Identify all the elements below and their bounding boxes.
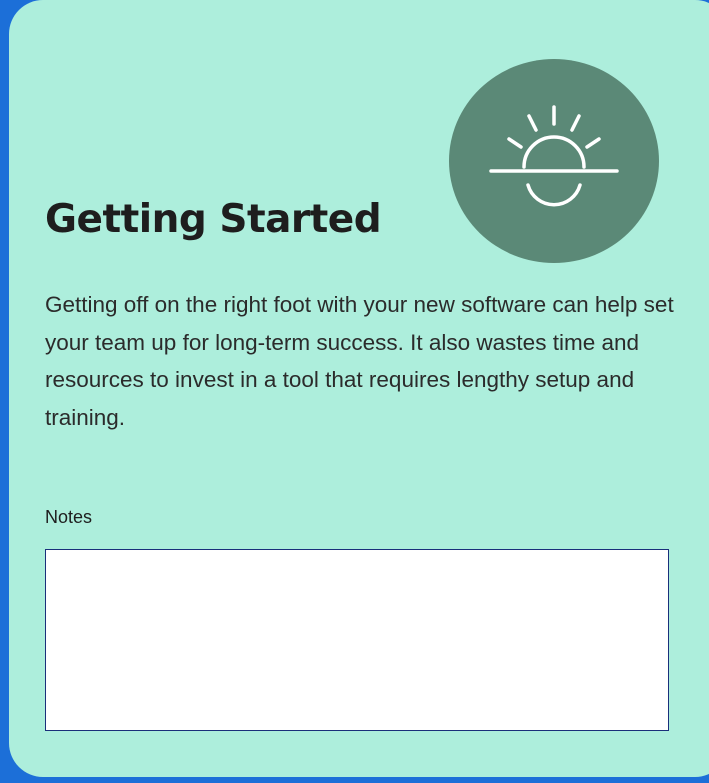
card-title: Getting Started [45,197,382,242]
sunrise-icon-badge [449,59,659,263]
notes-label: Notes [45,507,93,527]
sunrise-icon [489,105,619,207]
card-description: Getting off on the right foot with your … [45,292,674,430]
notes-textarea[interactable] [45,549,669,731]
getting-started-card: Getting Started Getting off on the right… [9,0,709,777]
